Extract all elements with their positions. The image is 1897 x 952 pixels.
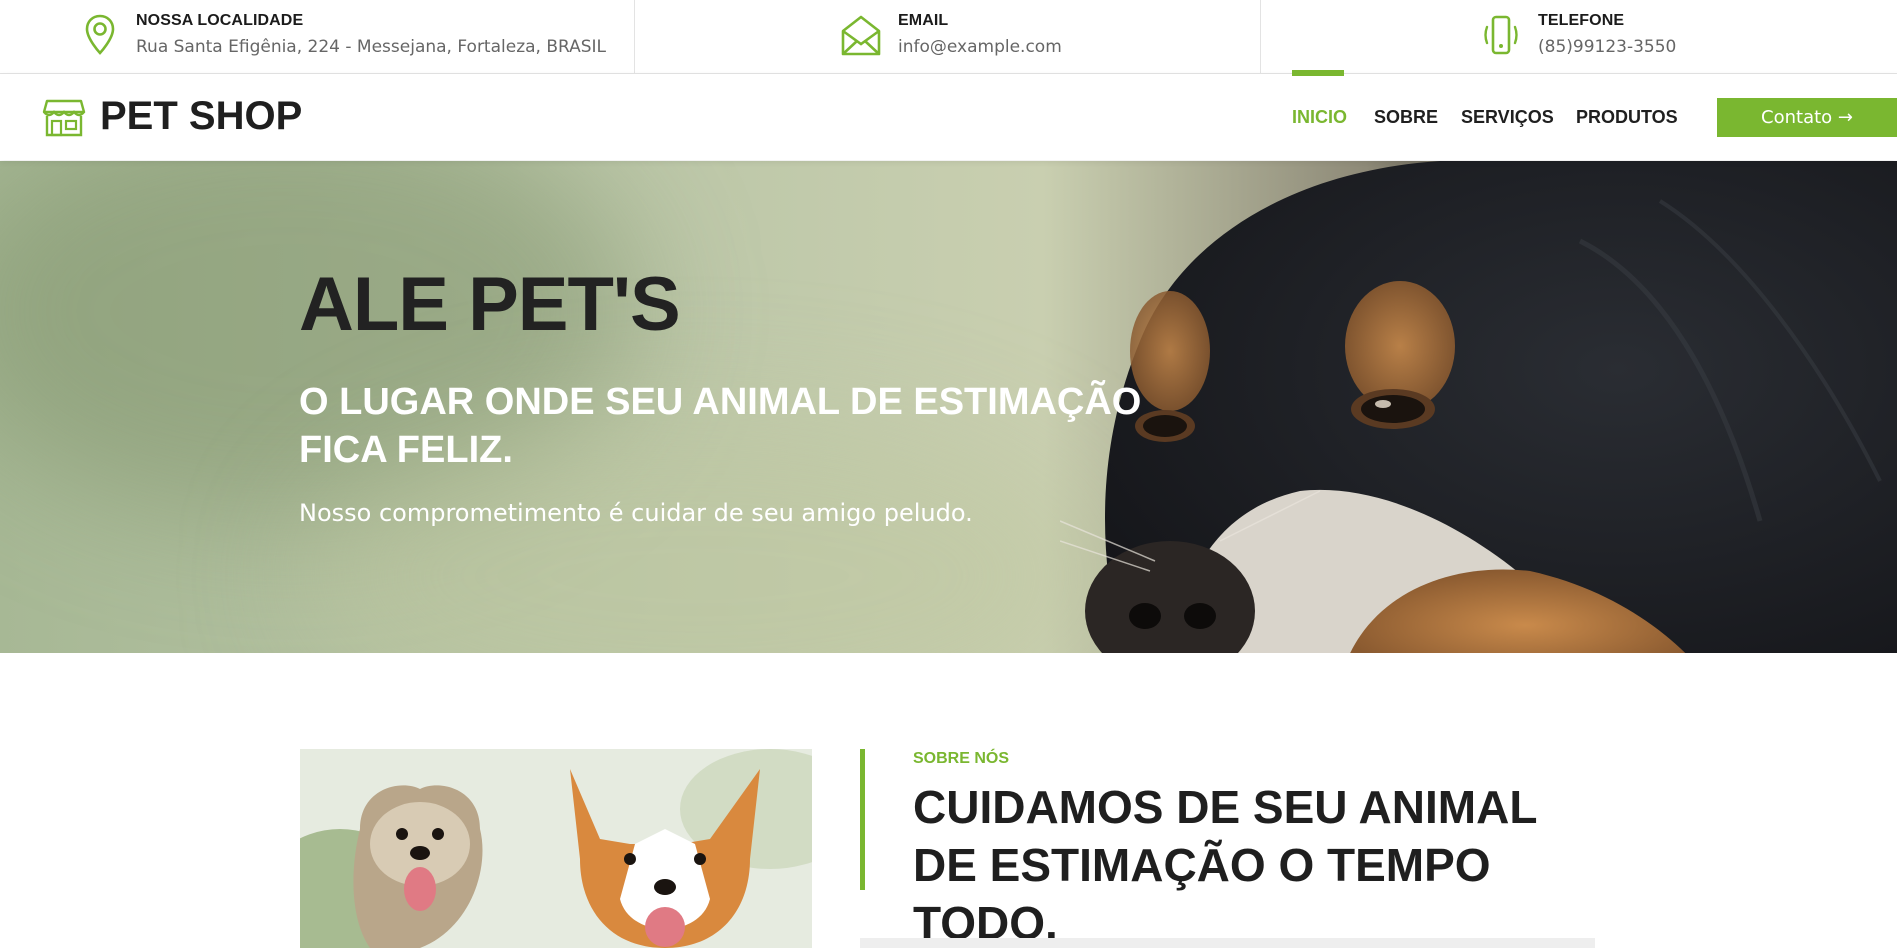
hero-banner: ALE PET'S O LUGAR ONDE SEU ANIMAL DE EST… [0,161,1897,653]
contact-button[interactable]: Contato → [1717,98,1897,137]
map-pin-icon [85,14,115,55]
email-address[interactable]: info@example.com [898,37,1062,57]
nav-item-produtos[interactable]: PRODUTOS [1576,107,1678,128]
about-eyebrow: SOBRE NÓS [913,750,1010,767]
hero-description: Nosso comprometimento é cuidar de seu am… [299,499,973,527]
hero-title: ALE PET'S [299,262,681,347]
envelope-icon [841,15,881,56]
email-title: EMAIL [898,12,949,29]
dogs-photo [300,749,812,948]
phone-info: TELEFONE (85)99123-3550 [1261,0,1897,73]
about-title: CUIDAMOS DE SEU ANIMAL DE ESTIMAÇÃO O TE… [913,781,1537,949]
nav-item-sobre[interactable]: SOBRE [1374,107,1438,128]
about-accent-bar [860,749,865,890]
hero-subtitle: O LUGAR ONDE SEU ANIMAL DE ESTIMAÇÃO FIC… [299,381,1142,471]
about-dogs-image [300,749,812,948]
logo-text[interactable]: PET SHOP [100,94,302,139]
location-address: Rua Santa Efigênia, 224 - Messejana, For… [136,37,607,57]
active-nav-indicator [1292,70,1344,76]
phone-title: TELEFONE [1538,12,1625,29]
phone-vibrate-icon [1484,15,1518,55]
dog-face-image [1060,161,1897,653]
nav-item-inicio[interactable]: INICIO [1292,107,1347,128]
nav-item-servicos[interactable]: SERVIÇOS [1461,107,1554,128]
top-info-bar: NOSSA LOCALIDADE Rua Santa Efigênia, 224… [0,0,1897,74]
phone-number[interactable]: (85)99123-3550 [1538,37,1676,57]
main-navbar: PET SHOP INICIO SOBRE SERVIÇOS PRODUTOS … [0,70,1897,160]
about-tab-strip [860,938,1595,948]
email-info: EMAIL info@example.com [635,0,1260,73]
storefront-icon [42,99,86,137]
location-info: NOSSA LOCALIDADE Rua Santa Efigênia, 224… [0,0,634,73]
location-title: NOSSA LOCALIDADE [136,12,304,29]
